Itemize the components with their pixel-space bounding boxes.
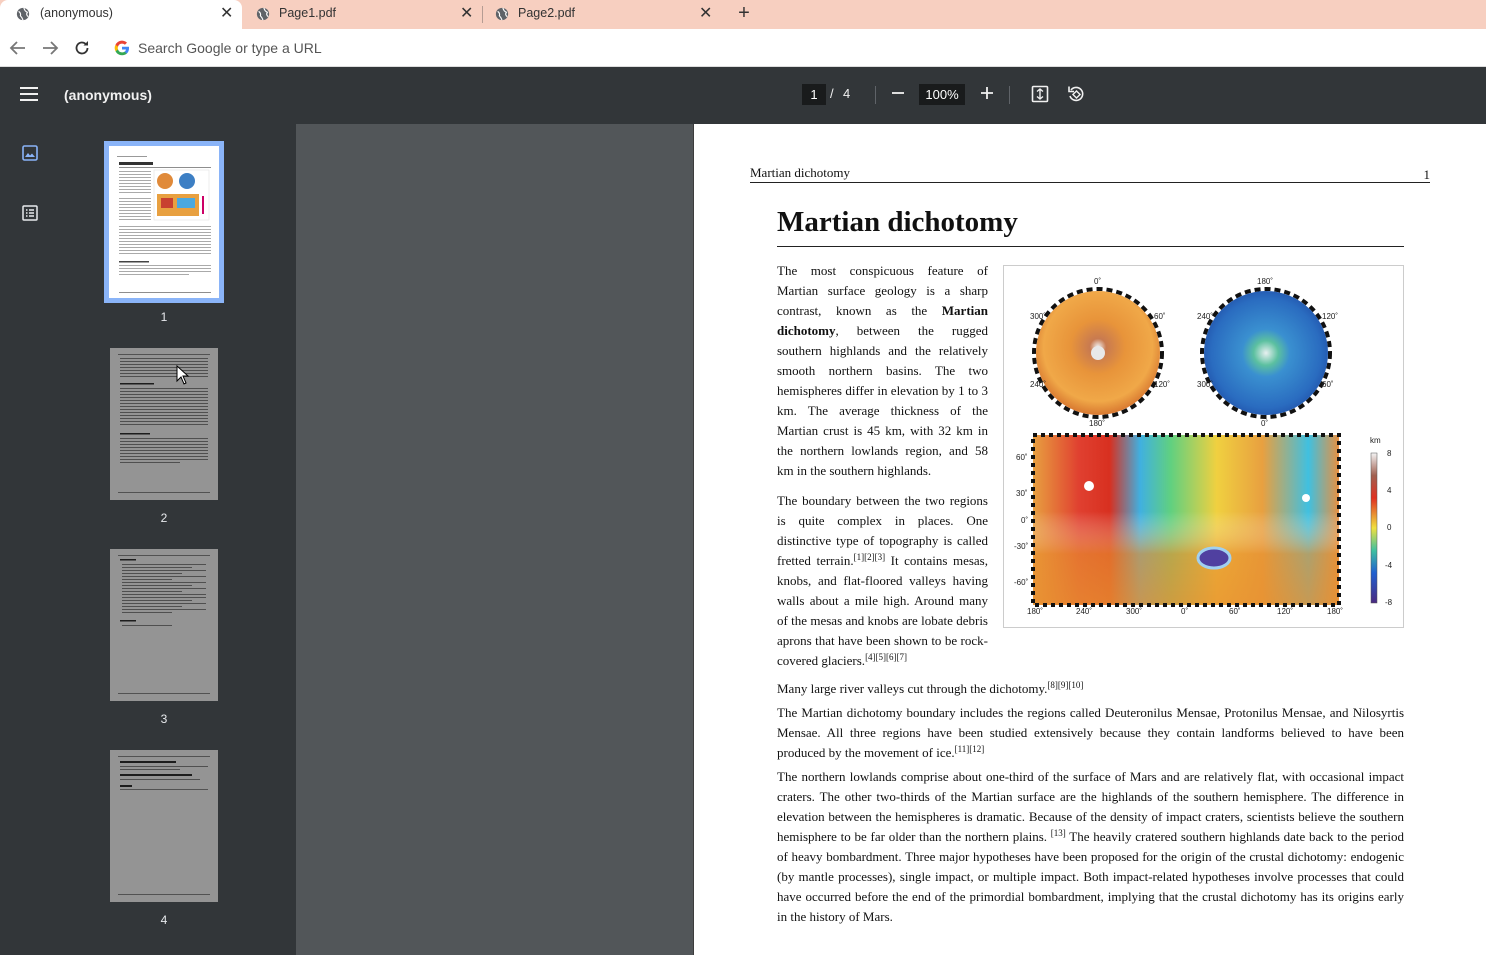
zoom-level-input[interactable]: 100% [919, 84, 965, 105]
latitude-label: -30˚ [1014, 542, 1029, 551]
toolbar-divider [1009, 86, 1010, 104]
rotate-button[interactable] [1065, 83, 1087, 105]
globe-label: 300˚ [1197, 380, 1214, 389]
tab-page1[interactable]: Page1.pdf ✕ [242, 0, 482, 29]
scale-unit-label: km [1370, 436, 1381, 445]
tab-strip: (anonymous) ✕ Page1.pdf ✕ Page2.pdf ✕ + [0, 0, 1486, 29]
paragraph-5: The northern lowlands comprise about one… [777, 769, 1404, 924]
longitude-label: 0˚ [1181, 607, 1189, 616]
thumbnail-dim-overlay [110, 549, 218, 701]
plus-icon [981, 87, 993, 99]
article-title: Martian dichotomy [777, 206, 1018, 238]
page-thumbnail-4[interactable] [110, 750, 218, 902]
close-tab-icon[interactable]: ✕ [220, 6, 233, 22]
globe-icon [256, 7, 270, 21]
tab-title: (anonymous) [40, 6, 113, 20]
thumbnail-number: 2 [160, 511, 168, 525]
mouse-cursor-icon [176, 365, 190, 385]
page-separator: / [830, 86, 834, 101]
fit-page-button[interactable] [1029, 83, 1051, 105]
latitude-label: 60˚ [1016, 453, 1028, 462]
globe-label: 0˚ [1094, 277, 1102, 286]
globe-label: 120˚ [1322, 312, 1339, 321]
fit-to-page-icon [1031, 85, 1049, 103]
close-tab-icon[interactable]: ✕ [460, 6, 473, 22]
elevation-scale-bar [1370, 452, 1378, 604]
scale-label: 0 [1387, 523, 1392, 532]
globe-label: 120˚ [1154, 380, 1171, 389]
arrow-left-icon [9, 41, 25, 55]
latitude-label: 0˚ [1021, 516, 1029, 525]
outline-icon[interactable] [21, 204, 39, 222]
paragraph-2: The boundary between the two regions is … [777, 493, 988, 668]
forward-button[interactable] [40, 38, 60, 58]
paragraph-4: The Martian dichotomy boundary includes … [777, 705, 1404, 760]
pdf-toolbar: (anonymous) 1 / 4 100% [0, 67, 1486, 124]
zoom-in-button[interactable] [976, 83, 998, 105]
tab-title: Page2.pdf [518, 6, 575, 20]
tab-page2[interactable]: Page2.pdf ✕ [483, 0, 723, 29]
thumbnails-icon[interactable] [21, 144, 39, 162]
thumbnail-dim-overlay [110, 348, 218, 500]
title-rule [777, 246, 1404, 247]
latitude-label: 30˚ [1016, 489, 1028, 498]
paragraph-3: Many large river valleys cut through the… [777, 680, 1084, 696]
globe-icon [495, 7, 509, 21]
pdf-page: Martian dichotomy 1 Martian dichotomy Th… [693, 124, 1486, 955]
google-icon [114, 40, 129, 56]
toolbar-divider [875, 86, 876, 104]
reload-button[interactable] [72, 38, 92, 58]
back-button[interactable] [8, 38, 28, 58]
globe-label: 60˚ [1154, 312, 1166, 321]
globe-label: 240˚ [1030, 380, 1047, 389]
running-header-title: Martian dichotomy [750, 165, 851, 180]
thumbnail-number: 1 [160, 310, 168, 324]
thumbnail-number: 3 [160, 712, 168, 726]
globe-label: 60˚ [1322, 380, 1334, 389]
page-thumbnail-2[interactable] [110, 348, 218, 500]
address-bar-row: Search Google or type a URL [0, 29, 1486, 67]
document-title: (anonymous) [64, 87, 152, 103]
mars-topography-figure: 0˚ 300˚ 60˚ 240˚ 120˚ 180˚ 180˚ 240˚ 120… [1003, 265, 1404, 628]
scale-label: 8 [1387, 449, 1392, 458]
thumbnail-sidebar: 1 2 3 4 [0, 124, 296, 955]
running-header-page-number: 1 [1423, 167, 1431, 182]
page-number-input[interactable]: 1 [802, 84, 826, 105]
longitude-label: 240˚ [1076, 607, 1093, 616]
tab-title: Page1.pdf [279, 6, 336, 20]
longitude-label: 120˚ [1277, 607, 1294, 616]
minus-icon [892, 92, 904, 94]
zoom-out-button[interactable] [887, 83, 909, 105]
page-count: 4 [843, 86, 851, 101]
scale-label: -8 [1385, 598, 1393, 607]
globe-label: 180˚ [1089, 419, 1106, 428]
close-tab-icon[interactable]: ✕ [699, 6, 712, 22]
address-input[interactable]: Search Google or type a URL [138, 40, 322, 56]
scale-label: -4 [1385, 561, 1393, 570]
globe-label: 240˚ [1197, 312, 1214, 321]
new-tab-button[interactable]: + [734, 3, 754, 24]
rotate-icon [1068, 86, 1084, 102]
globe-icon [16, 7, 30, 21]
page-thumbnail-1[interactable] [104, 141, 224, 303]
running-header: Martian dichotomy 1 [750, 165, 1430, 183]
page-thumbnail-3[interactable] [110, 549, 218, 701]
paragraph-1: The most conspicuous feature of Martian … [777, 263, 988, 478]
menu-icon[interactable] [20, 87, 38, 101]
thumbnail-preview [117, 156, 211, 293]
globe-label: 180˚ [1257, 277, 1274, 286]
globe-label: 300˚ [1030, 312, 1047, 321]
longitude-label: 180˚ [1027, 607, 1044, 616]
longitude-label: 300˚ [1126, 607, 1143, 616]
arrow-right-icon [43, 41, 59, 55]
globe-label: 0˚ [1261, 419, 1269, 428]
latitude-label: -60˚ [1014, 578, 1029, 587]
thumbnail-number: 4 [160, 913, 168, 927]
thumbnail-dim-overlay [110, 750, 218, 902]
scale-label: 4 [1387, 486, 1392, 495]
longitude-label: 60˚ [1229, 607, 1241, 616]
tab-anonymous[interactable]: (anonymous) ✕ [0, 0, 242, 29]
reload-icon [75, 41, 89, 55]
longitude-label: 180˚ [1327, 607, 1344, 616]
